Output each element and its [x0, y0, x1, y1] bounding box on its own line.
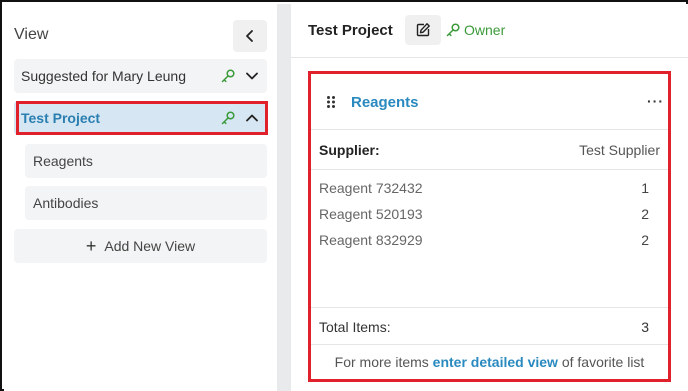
footer-divider [311, 344, 668, 345]
total-value: 3 [641, 319, 649, 335]
view-item-suggested[interactable]: Suggested for Mary Leung [14, 59, 267, 93]
card-header: Reagents ··· [311, 74, 668, 130]
card-title[interactable]: Reagents [351, 94, 419, 111]
panel-divider[interactable] [277, 4, 291, 391]
owner-label: Owner [464, 22, 506, 38]
plus-icon: + [85, 236, 97, 256]
subview-item-reagents[interactable]: Reagents [25, 144, 267, 178]
add-new-view-label: Add New View [104, 238, 196, 254]
header-divider [291, 57, 688, 58]
window-frame: View Suggested for Mary Leung Test Proje… [0, 0, 688, 391]
collapse-sidebar-button[interactable] [233, 20, 267, 52]
edit-project-button[interactable] [405, 15, 441, 45]
drag-handle-icon[interactable] [326, 95, 336, 109]
item-name: Reagent 832929 [319, 232, 423, 248]
more-options-icon[interactable]: ··· [647, 93, 664, 109]
supplier-value: Test Supplier [579, 142, 660, 158]
favorite-list-card: Reagents ··· Supplier: Test Supplier Rea… [308, 71, 671, 382]
total-divider [311, 307, 668, 308]
item-quantity: 1 [641, 180, 649, 196]
item-name: Reagent 520193 [319, 206, 423, 222]
item-name: Reagent 732432 [319, 180, 423, 196]
subview-item-antibodies[interactable]: Antibodies [25, 186, 267, 220]
list-item[interactable]: Reagent 732432 1 [319, 180, 649, 196]
edit-icon [416, 23, 430, 37]
sidebar: View Suggested for Mary Leung Test Proje… [4, 4, 277, 391]
chevron-down-icon[interactable] [243, 67, 261, 85]
footer-suffix: of favorite list [561, 354, 645, 370]
project-title: Test Project [308, 22, 393, 39]
list-item[interactable]: Reagent 832929 2 [319, 232, 649, 248]
footer-prefix: For more items [334, 354, 429, 370]
supplier-row: Supplier: Test Supplier [319, 142, 660, 158]
item-quantity: 2 [641, 232, 649, 248]
total-label: Total Items: [319, 319, 391, 335]
list-item[interactable]: Reagent 520193 2 [319, 206, 649, 222]
view-item-label: Suggested for Mary Leung [21, 68, 186, 84]
detailed-view-link[interactable]: enter detailed view [433, 354, 558, 370]
sidebar-title: View [14, 26, 49, 43]
main-panel: Test Project Owner Reagents ··· Supplier… [291, 4, 688, 391]
key-icon [219, 67, 237, 85]
supplier-divider [311, 169, 668, 170]
card-footer: For more items enter detailed view of fa… [311, 354, 668, 370]
supplier-label: Supplier: [319, 142, 380, 158]
total-row: Total Items: 3 [319, 319, 649, 335]
key-icon [446, 23, 460, 37]
highlight-box-project [16, 101, 268, 135]
chevron-left-icon [246, 30, 253, 42]
owner-badge: Owner [445, 22, 505, 38]
add-new-view-button[interactable]: + Add New View [14, 229, 267, 263]
item-quantity: 2 [641, 206, 649, 222]
